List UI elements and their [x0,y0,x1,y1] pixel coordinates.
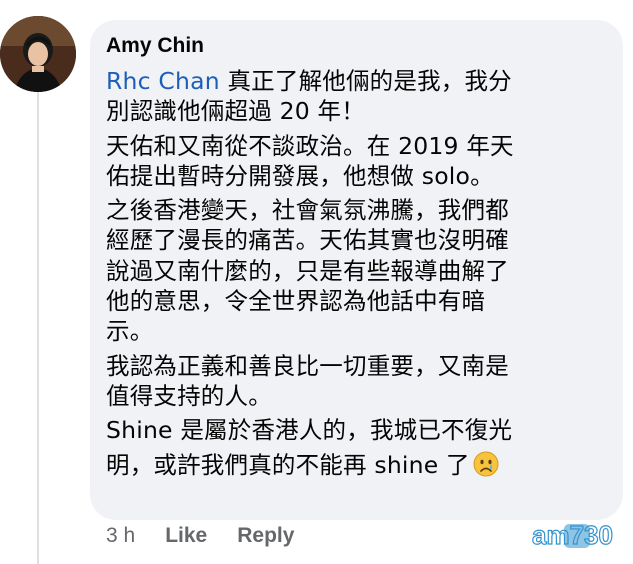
avatar[interactable] [0,16,76,92]
comment-line: 我認為正義和善良比一切重要，又南是 [106,351,509,380]
comment-line: 別認識他倆超過 20 年！ [106,97,365,126]
comment-line: 之後香港變天，社會氣氛沸騰，我們都 [106,196,509,225]
thread-line [37,92,39,564]
profile-photo-icon [0,16,76,92]
comment-bubble: Amy Chin Rhc Chan 真正了解他倆的是我，我分 別認識他倆超過 2… [90,20,623,520]
comment-line: 佑提出暫時分開發展，他想做 solo。 [106,161,494,190]
comment-line-last: 明，或許我們真的不能再 shine 了 [106,450,612,484]
comment-author[interactable]: Amy Chin [106,34,204,58]
crying-face-icon [473,451,499,484]
comment-line: 天佑和又南從不談政治。在 2019 年天 [106,131,514,160]
comment-line: 經歷了漫長的痛苦。天佑其實也沒明確 [106,226,509,255]
comment-line: Shine 是屬於香港人的，我城已不復光 [106,416,513,445]
comment-timestamp[interactable]: 3 h [106,524,135,548]
comment-line: 說過又南什麼的，只是有些報導曲解了 [106,256,509,285]
am730-logo-icon: am730 [531,519,613,550]
mention-link[interactable]: Rhc Chan [106,67,220,95]
comment-line-1: Rhc Chan 真正了解他倆的是我，我分 [106,67,512,95]
comment-body: Rhc Chan 真正了解他倆的是我，我分 別認識他倆超過 20 年！ 天佑和又… [106,66,612,484]
comment-line: 他的意思，令全世界認為他話中有暗 [106,287,486,316]
am730-watermark-logo: am730 [528,510,626,560]
comment-actions: 3 h Like Reply [106,524,294,548]
comment-line: 示。 [106,317,154,346]
reply-button[interactable]: Reply [237,524,294,548]
comment-line: 值得支持的人。 [106,381,272,410]
like-button[interactable]: Like [165,524,207,548]
